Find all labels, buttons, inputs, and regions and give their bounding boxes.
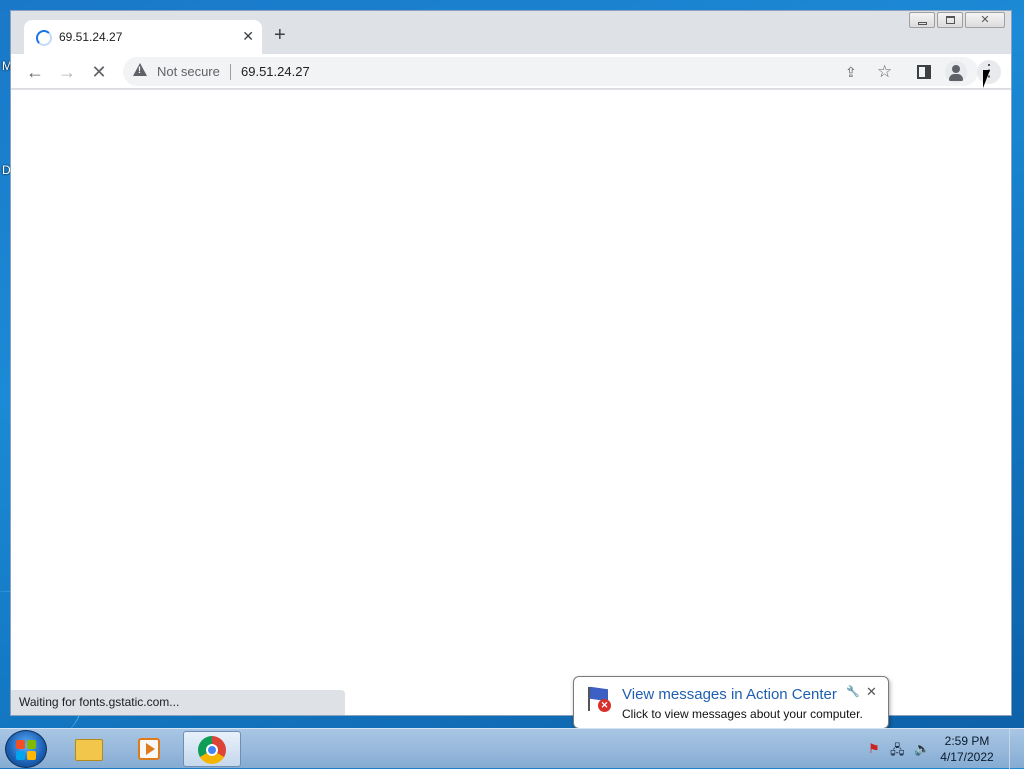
loading-spinner-icon: [36, 30, 52, 46]
show-desktop-button[interactable]: [1009, 729, 1024, 769]
clock-date: 4/17/2022: [940, 750, 994, 764]
chrome-icon: [198, 736, 226, 764]
network-tray-icon[interactable]: 🖧: [890, 741, 905, 763]
page-content: Waiting for fonts.gstatic.com...: [11, 90, 1011, 715]
volume-tray-icon[interactable]: 🔈: [914, 741, 930, 757]
address-bar[interactable]: Not secure 69.51.24.27 ⇪ ☆: [123, 57, 978, 86]
taskbar: ⚑ 🖧 🔈 2:59 PM 4/17/2022: [0, 728, 1024, 769]
browser-tab[interactable]: 69.51.24.27 ✕: [24, 20, 262, 54]
browser-toolbar: ← → ✕ Not secure 69.51.24.27 ⇪ ☆: [11, 54, 1011, 89]
share-icon[interactable]: ⇪: [845, 64, 857, 81]
options-wrench-icon[interactable]: 🔧: [846, 685, 860, 698]
minimize-button[interactable]: [909, 12, 935, 28]
start-button[interactable]: [5, 730, 47, 768]
window-controls: [909, 12, 1005, 28]
folder-icon: [75, 739, 103, 761]
action-center-flag-icon: ✕: [586, 686, 611, 712]
bookmark-star-icon[interactable]: ☆: [877, 62, 892, 82]
omnibox-divider: [230, 64, 231, 80]
back-button[interactable]: ←: [25, 62, 45, 82]
warning-icon[interactable]: [133, 63, 147, 76]
close-window-button[interactable]: [965, 12, 1005, 28]
tab-close-icon[interactable]: ✕: [242, 28, 254, 45]
notification-close-icon[interactable]: ✕: [866, 684, 877, 700]
clock-time: 2:59 PM: [944, 734, 990, 748]
notification-text[interactable]: Click to view messages about your comput…: [622, 707, 863, 721]
stop-loading-button[interactable]: ✕: [89, 62, 109, 82]
profile-avatar-icon[interactable]: [945, 61, 967, 83]
taskbar-explorer-button[interactable]: [60, 731, 118, 767]
browser-window: 69.51.24.27 ✕ + ← → ✕ Not secure 69.51.2…: [10, 10, 1012, 716]
notification-title[interactable]: View messages in Action Center: [622, 686, 837, 703]
side-panel-icon[interactable]: [917, 65, 931, 79]
tab-title: 69.51.24.27: [59, 30, 123, 44]
action-center-tray-icon[interactable]: ⚑: [868, 741, 880, 757]
status-bubble: Waiting for fonts.gstatic.com...: [11, 690, 345, 715]
security-indicator[interactable]: Not secure: [157, 64, 220, 79]
maximize-button[interactable]: [937, 12, 963, 28]
taskbar-media-player-button[interactable]: [120, 731, 178, 767]
mouse-cursor-icon: [983, 70, 990, 88]
system-clock[interactable]: 2:59 PM 4/17/2022: [932, 733, 1002, 765]
url-text[interactable]: 69.51.24.27: [241, 64, 310, 79]
new-tab-button[interactable]: +: [274, 25, 286, 45]
taskbar-chrome-button[interactable]: [183, 731, 241, 767]
forward-button[interactable]: →: [57, 62, 77, 82]
notification-balloon[interactable]: ✕ View messages in Action Center Click t…: [573, 676, 889, 740]
media-player-icon: [138, 738, 160, 760]
